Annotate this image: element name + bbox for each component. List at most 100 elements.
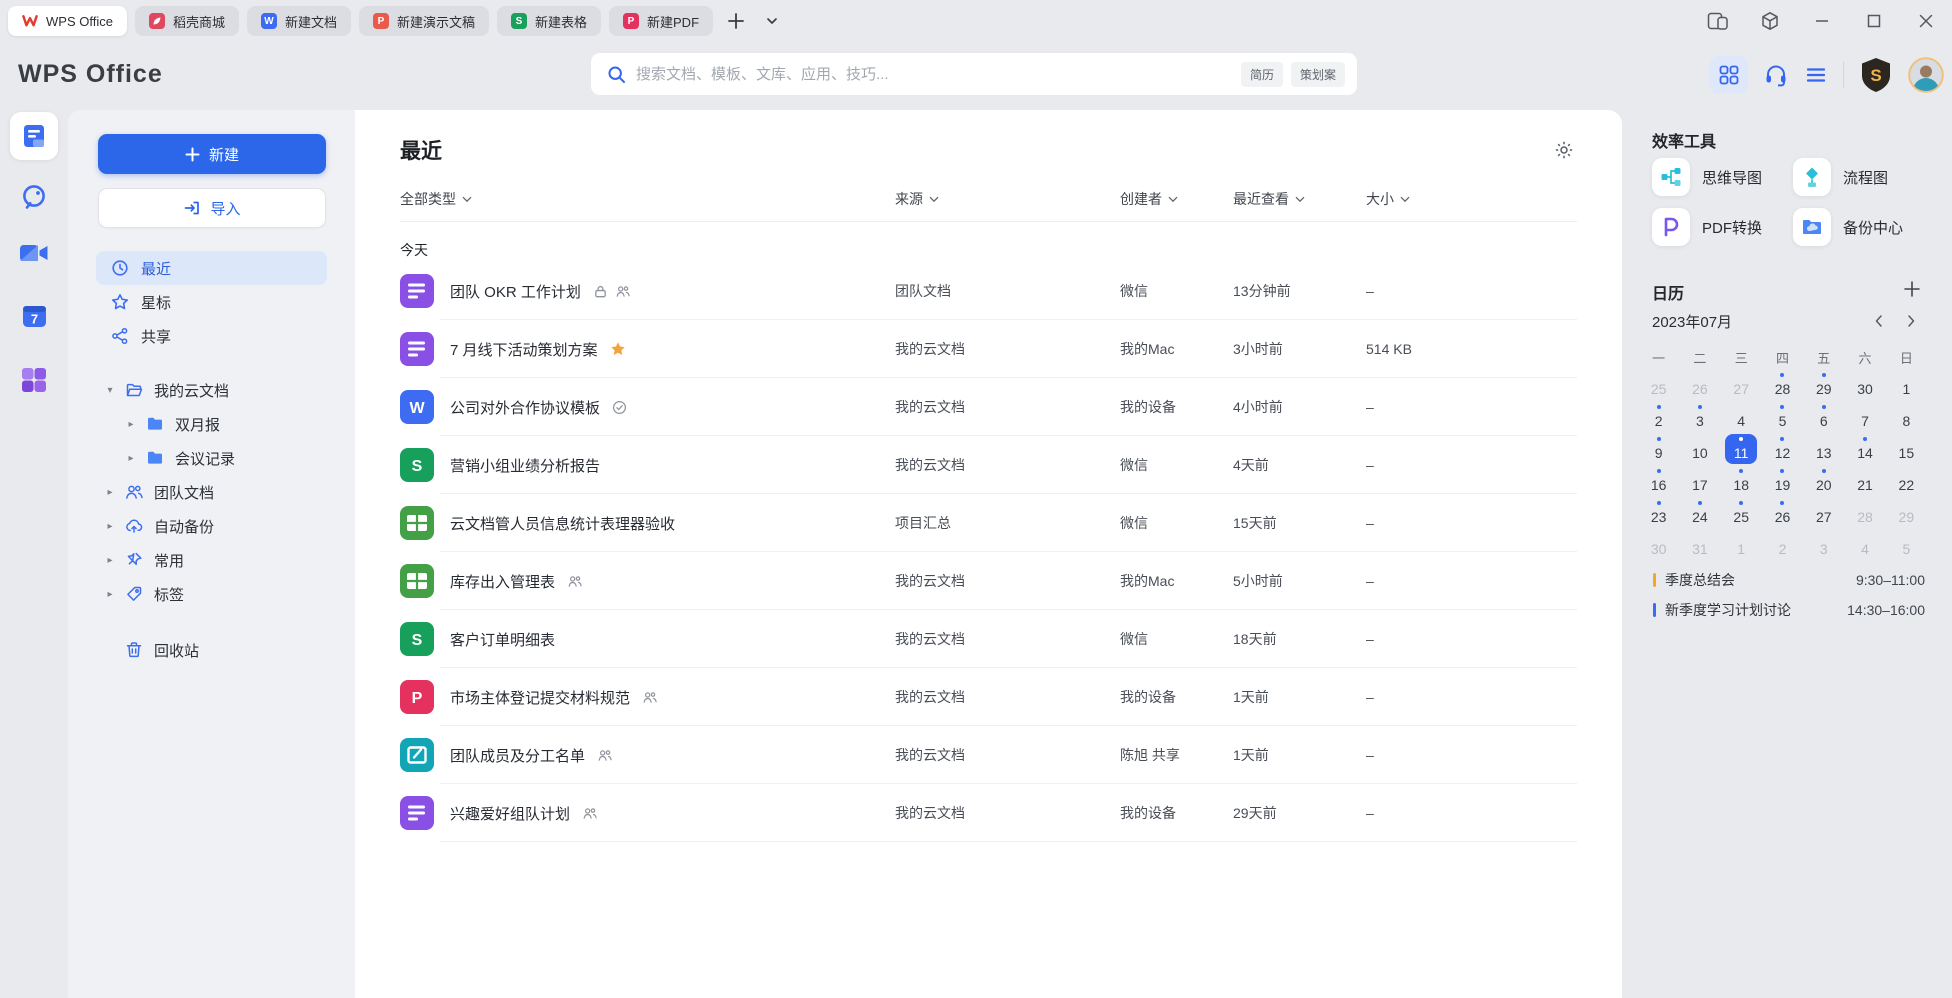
search-tag-resume[interactable]: 简历 <box>1241 62 1283 87</box>
tab-new-pdf[interactable]: P 新建PDF <box>609 6 713 36</box>
calendar-day-cell[interactable]: 4 <box>1844 529 1885 561</box>
calendar-day-cell[interactable]: 29 <box>1803 369 1844 401</box>
file-row[interactable]: S 营销小组业绩分析报告 我的云文档 微信 4天前 – <box>400 436 1577 494</box>
search-input[interactable] <box>636 66 1233 83</box>
calendar-day-cell[interactable]: 21 <box>1844 465 1885 497</box>
calendar-day-cell[interactable]: 8 <box>1886 401 1927 433</box>
tree-item-tags[interactable]: ▸ 标签 <box>68 577 355 611</box>
tab-docer-mall[interactable]: 稻壳商城 <box>135 6 239 36</box>
calendar-day-cell[interactable]: 9 <box>1638 433 1679 465</box>
filter-size[interactable]: 大小 <box>1366 189 1410 209</box>
calendar-day-cell[interactable]: 29 <box>1886 497 1927 529</box>
calendar-day-cell[interactable]: 19 <box>1762 465 1803 497</box>
calendar-day-cell[interactable]: 5 <box>1886 529 1927 561</box>
caret-right-icon[interactable]: ▸ <box>104 589 116 600</box>
tab-new-document[interactable]: W 新建文档 <box>247 6 351 36</box>
caret-right-icon[interactable]: ▸ <box>125 419 137 430</box>
calendar-day-cell[interactable]: 18 <box>1721 465 1762 497</box>
calendar-day-cell[interactable]: 11 <box>1721 433 1762 465</box>
tree-item-meeting-notes[interactable]: ▸ 会议记录 <box>68 441 355 475</box>
tree-item-auto-backup[interactable]: ▸ 自动备份 <box>68 509 355 543</box>
new-tab-button[interactable] <box>723 8 749 34</box>
tab-new-presentation[interactable]: P 新建演示文稿 <box>359 6 489 36</box>
rail-calendar[interactable]: 7 <box>0 303 68 329</box>
calendar-day-cell[interactable]: 5 <box>1762 401 1803 433</box>
tree-item-bimonthly-report[interactable]: ▸ 双月报 <box>68 407 355 441</box>
calendar-day-cell[interactable]: 24 <box>1679 497 1720 529</box>
devices-icon[interactable] <box>1706 9 1730 33</box>
file-row[interactable]: 7 月线下活动策划方案 我的云文档 我的Mac 3小时前 514 KB <box>400 320 1577 378</box>
filter-source[interactable]: 来源 <box>895 189 939 209</box>
calendar-day-cell[interactable]: 7 <box>1844 401 1885 433</box>
import-button[interactable]: 导入 <box>98 188 326 228</box>
calendar-day-cell[interactable]: 14 <box>1844 433 1885 465</box>
tree-item-frequent[interactable]: ▸ 常用 <box>68 543 355 577</box>
rail-messages[interactable] <box>0 182 68 212</box>
global-search-bar[interactable]: 简历 策划案 <box>591 53 1357 95</box>
calendar-day-cell[interactable]: 27 <box>1721 369 1762 401</box>
tool-flowchart[interactable]: 流程图 <box>1793 158 1888 196</box>
sidebar-item-trash[interactable]: 回收站 <box>68 633 355 667</box>
file-row[interactable]: P 市场主体登记提交材料规范 我的云文档 我的设备 1天前 – <box>400 668 1577 726</box>
calendar-day-cell[interactable]: 31 <box>1679 529 1720 561</box>
file-row[interactable]: S 客户订单明细表 我的云文档 微信 18天前 – <box>400 610 1577 668</box>
file-row[interactable]: 云文档管人员信息统计表理器验收 项目汇总 微信 15天前 – <box>400 494 1577 552</box>
calendar-day-cell[interactable]: 6 <box>1803 401 1844 433</box>
tree-item-team-docs[interactable]: ▸ 团队文档 <box>68 475 355 509</box>
caret-right-icon[interactable]: ▸ <box>125 453 137 464</box>
search-tag-plan[interactable]: 策划案 <box>1291 62 1345 87</box>
tab-new-spreadsheet[interactable]: S 新建表格 <box>497 6 601 36</box>
file-row[interactable]: W 公司对外合作协议模板 我的云文档 我的设备 4小时前 – <box>400 378 1577 436</box>
close-button[interactable] <box>1914 9 1938 33</box>
filter-creator[interactable]: 创建者 <box>1120 189 1178 209</box>
calendar-event[interactable]: 季度总结会 9:30–11:00 <box>1653 568 1925 592</box>
sandbox-cube-icon[interactable] <box>1758 9 1782 33</box>
caret-right-icon[interactable]: ▸ <box>104 487 116 498</box>
tool-backup-center[interactable]: 备份中心 <box>1793 208 1903 246</box>
filter-last-viewed[interactable]: 最近查看 <box>1233 189 1305 209</box>
calendar-day-cell[interactable]: 28 <box>1762 369 1803 401</box>
maximize-button[interactable] <box>1862 9 1886 33</box>
calendar-day-cell[interactable]: 3 <box>1803 529 1844 561</box>
calendar-day-cell[interactable]: 30 <box>1844 369 1885 401</box>
calendar-day-cell[interactable]: 4 <box>1721 401 1762 433</box>
main-menu-icon[interactable] <box>1804 63 1828 87</box>
calendar-day-cell[interactable]: 27 <box>1803 497 1844 529</box>
tab-list-dropdown[interactable] <box>759 8 785 34</box>
calendar-day-cell[interactable]: 26 <box>1762 497 1803 529</box>
calendar-day-cell[interactable]: 12 <box>1762 433 1803 465</box>
calendar-day-cell[interactable]: 10 <box>1679 433 1720 465</box>
calendar-day-cell[interactable]: 2 <box>1762 529 1803 561</box>
new-document-button[interactable]: 新建 <box>98 134 326 174</box>
settings-gear-icon[interactable] <box>1551 137 1577 163</box>
sidebar-item-recent[interactable]: 最近 <box>96 251 327 285</box>
calendar-day-cell[interactable]: 26 <box>1679 369 1720 401</box>
rail-meetings[interactable] <box>0 241 68 265</box>
caret-down-icon[interactable]: ▾ <box>104 385 116 396</box>
file-row[interactable]: 团队成员及分工名单 我的云文档 陈旭 共享 1天前 – <box>400 726 1577 784</box>
calendar-event[interactable]: 新季度学习计划讨论 14:30–16:00 <box>1653 598 1925 622</box>
file-row[interactable]: 库存出入管理表 我的云文档 我的Mac 5小时前 – <box>400 552 1577 610</box>
calendar-day-cell[interactable]: 13 <box>1803 433 1844 465</box>
minimize-button[interactable] <box>1810 9 1834 33</box>
caret-right-icon[interactable]: ▸ <box>104 555 116 566</box>
calendar-day-cell[interactable]: 30 <box>1638 529 1679 561</box>
calendar-day-cell[interactable]: 22 <box>1886 465 1927 497</box>
file-row[interactable]: 团队 OKR 工作计划 团队文档 微信 13分钟前 – <box>400 262 1577 320</box>
file-row[interactable]: 兴趣爱好组队计划 我的云文档 我的设备 29天前 – <box>400 784 1577 842</box>
tool-mind-map[interactable]: 思维导图 <box>1652 158 1762 196</box>
calendar-day-cell[interactable]: 3 <box>1679 401 1720 433</box>
calendar-day-cell[interactable]: 15 <box>1886 433 1927 465</box>
calendar-day-cell[interactable]: 1 <box>1886 369 1927 401</box>
calendar-day-cell[interactable]: 16 <box>1638 465 1679 497</box>
sidebar-item-shared[interactable]: 共享 <box>96 319 327 353</box>
calendar-day-cell[interactable]: 2 <box>1638 401 1679 433</box>
tree-item-my-cloud-docs[interactable]: ▾ 我的云文档 <box>68 373 355 407</box>
sidebar-item-starred[interactable]: 星标 <box>96 285 327 319</box>
tab-wps-home[interactable]: WPS Office <box>8 6 127 36</box>
support-headset-icon[interactable] <box>1763 62 1789 88</box>
star-icon[interactable] <box>610 341 626 357</box>
apps-grid-button[interactable] <box>1710 56 1748 94</box>
calendar-day-cell[interactable]: 20 <box>1803 465 1844 497</box>
calendar-day-cell[interactable]: 28 <box>1844 497 1885 529</box>
